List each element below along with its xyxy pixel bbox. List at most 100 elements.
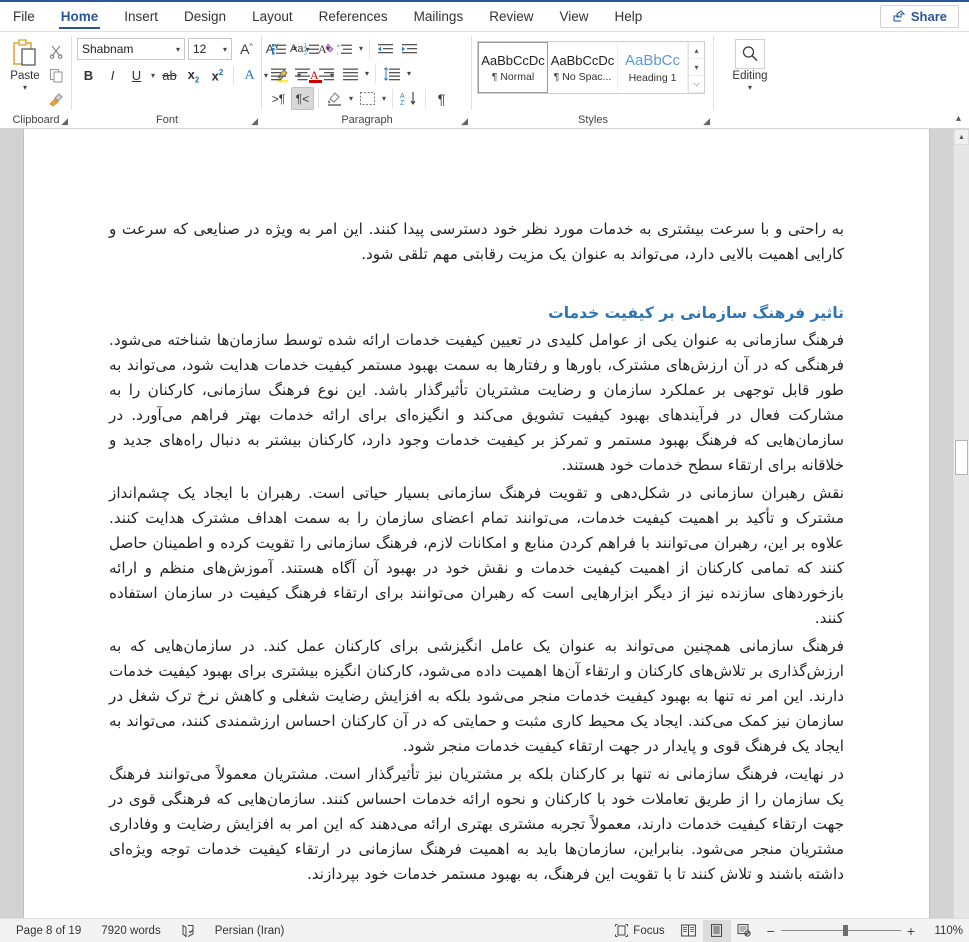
read-mode-button[interactable]	[675, 920, 703, 942]
bullets-chevron-down-icon[interactable]: ▾	[293, 44, 297, 53]
zoom-track[interactable]	[780, 925, 901, 936]
numbering-chevron-down-icon[interactable]: ▾	[326, 44, 330, 53]
scroll-up-arrow[interactable]: ▲	[954, 129, 969, 145]
share-button[interactable]: Share	[879, 5, 959, 28]
line-spacing-chevron-down-icon[interactable]: ▾	[407, 69, 411, 78]
font-name-chevron-down-icon[interactable]: ▾	[176, 45, 180, 54]
rtl-text-direction-button[interactable]: ¶<	[291, 87, 314, 110]
web-layout-button[interactable]	[731, 920, 759, 942]
focus-mode-button[interactable]: Focus	[605, 924, 674, 937]
collapse-ribbon-button[interactable]: ▴	[956, 113, 961, 124]
document-heading[interactable]: تاثیر فرهنگ سازمانی بر کیفیت خدمات	[109, 304, 844, 322]
scrollbar-track-lower[interactable]	[954, 475, 969, 918]
multilevel-list-button[interactable]: a i	[333, 37, 356, 60]
justify-button[interactable]	[339, 62, 362, 85]
clipboard-dialog-launcher[interactable]: ◢	[61, 113, 68, 129]
show-formatting-marks-button[interactable]: ¶	[430, 87, 453, 110]
font-size-chevron-down-icon[interactable]: ▾	[223, 45, 227, 54]
numbering-button[interactable]: 1 2 3	[300, 37, 323, 60]
vertical-scrollbar[interactable]: ▲	[953, 129, 969, 918]
borders-chevron-down-icon[interactable]: ▾	[382, 94, 386, 103]
zoom-slider[interactable]: − +	[759, 923, 923, 939]
grow-font-icon: A^	[240, 40, 253, 57]
styles-more-button[interactable]: ⌵	[689, 76, 704, 93]
tab-design[interactable]: Design	[173, 5, 237, 31]
subscript-icon: x2	[187, 66, 200, 85]
bold-button[interactable]: B	[77, 64, 100, 87]
document-page[interactable]: به راحتی و با سرعت بیشتری به خدمات مورد …	[24, 129, 929, 918]
tab-help[interactable]: Help	[604, 5, 654, 31]
editing-button[interactable]: Editing ▾	[719, 37, 781, 92]
font-dialog-launcher[interactable]: ◢	[251, 113, 258, 129]
align-left-button[interactable]	[267, 62, 290, 85]
zoom-handle[interactable]	[842, 925, 848, 936]
align-left-icon	[270, 67, 287, 81]
tab-mailings[interactable]: Mailings	[403, 5, 475, 31]
shading-button[interactable]	[323, 87, 346, 110]
zoom-in-button[interactable]: +	[907, 923, 915, 939]
decrease-indent-button[interactable]	[374, 37, 397, 60]
show-formatting-marks-icon: ¶	[437, 90, 446, 107]
page-indicator[interactable]: Page 8 of 19	[6, 925, 91, 937]
paragraph-block[interactable]: در نهایت، فرهنگ سازمانی نه تنها بر کارکن…	[109, 762, 844, 887]
style-item-heading-1[interactable]: AaBbCс Heading 1	[618, 42, 688, 93]
line-spacing-button[interactable]	[380, 62, 404, 85]
document-content[interactable]: به راحتی و با سرعت بیشتری به خدمات مورد …	[24, 129, 929, 887]
bullets-button[interactable]	[267, 37, 290, 60]
increase-indent-button[interactable]	[398, 37, 421, 60]
format-painter-button[interactable]	[45, 88, 67, 110]
paragraph-block[interactable]: به راحتی و با سرعت بیشتری به خدمات مورد …	[109, 217, 844, 267]
proofing-status-button[interactable]	[171, 924, 205, 938]
paragraph-block[interactable]: فرهنگ سازمانی به عنوان یکی از عوامل کلید…	[109, 328, 844, 478]
align-right-button[interactable]	[315, 62, 338, 85]
text-effects-button[interactable]: A	[238, 64, 261, 87]
styles-dialog-launcher[interactable]: ◢	[703, 113, 710, 129]
borders-button[interactable]	[356, 87, 379, 110]
shading-chevron-down-icon[interactable]: ▾	[349, 94, 353, 103]
paste-button[interactable]: Paste ▾	[5, 37, 45, 92]
strikethrough-button[interactable]: ab	[158, 64, 181, 87]
scrollbar-track-upper[interactable]	[954, 145, 969, 440]
print-layout-button[interactable]	[702, 919, 731, 942]
styles-more-icon: ⌵	[693, 79, 700, 88]
language-indicator[interactable]: Persian (Iran)	[205, 925, 295, 937]
editing-chevron-down-icon[interactable]: ▾	[748, 84, 752, 92]
cut-button[interactable]	[45, 40, 67, 62]
align-center-button[interactable]	[291, 62, 314, 85]
multilevel-chevron-down-icon[interactable]: ▾	[359, 44, 363, 53]
tab-home[interactable]: Home	[50, 5, 110, 31]
italic-button[interactable]: I	[101, 64, 124, 87]
styles-scroll-down-button[interactable]: ▾	[689, 59, 704, 76]
word-count[interactable]: 7920 words	[91, 925, 170, 937]
justify-chevron-down-icon[interactable]: ▾	[365, 69, 369, 78]
paragraph-block[interactable]: نقش رهبران سازمانی در شکل‌دهی و تقویت فر…	[109, 481, 844, 631]
document-scroll-region[interactable]: به راحتی و با سرعت بیشتری به خدمات مورد …	[0, 129, 953, 918]
underline-button[interactable]: U	[125, 64, 148, 87]
scrollbar-thumb[interactable]	[955, 440, 968, 475]
subscript-button[interactable]: x2	[182, 64, 205, 87]
tab-review[interactable]: Review	[478, 5, 544, 31]
style-no-spacing-label: ¶ No Spac...	[553, 70, 612, 83]
font-size-combo[interactable]: 12 ▾	[188, 37, 232, 60]
styles-scroll-up-button[interactable]: ▴	[689, 42, 704, 59]
paste-dropdown-chevron-icon[interactable]: ▾	[23, 84, 27, 92]
grow-font-button[interactable]: A^	[235, 37, 258, 60]
copy-button[interactable]	[45, 64, 67, 86]
font-name-combo[interactable]: Shabnam ▾	[77, 37, 185, 60]
sort-button[interactable]: A Z	[397, 87, 421, 110]
paragraph-dialog-launcher[interactable]: ◢	[461, 113, 468, 129]
style-item-no-spacing[interactable]: AaBbCcDc ¶ No Spac...	[548, 42, 618, 93]
paragraph-block[interactable]: فرهنگ سازمانی همچنین می‌تواند به عنوان ی…	[109, 634, 844, 759]
tab-insert[interactable]: Insert	[113, 5, 169, 31]
style-item-normal[interactable]: AaBbCcDc ¶ Normal	[478, 42, 548, 93]
tab-file[interactable]: File	[2, 5, 46, 31]
zoom-out-button[interactable]: −	[767, 923, 775, 939]
zoom-level[interactable]: 110%	[923, 925, 963, 937]
tab-layout[interactable]: Layout	[241, 5, 304, 31]
tab-view[interactable]: View	[548, 5, 599, 31]
share-button-label: Share	[910, 9, 947, 24]
ltr-text-direction-button[interactable]: >¶	[267, 87, 290, 110]
tab-references[interactable]: References	[308, 5, 399, 31]
superscript-button[interactable]: x2	[206, 64, 229, 87]
underline-chevron-down-icon[interactable]: ▾	[151, 71, 155, 80]
